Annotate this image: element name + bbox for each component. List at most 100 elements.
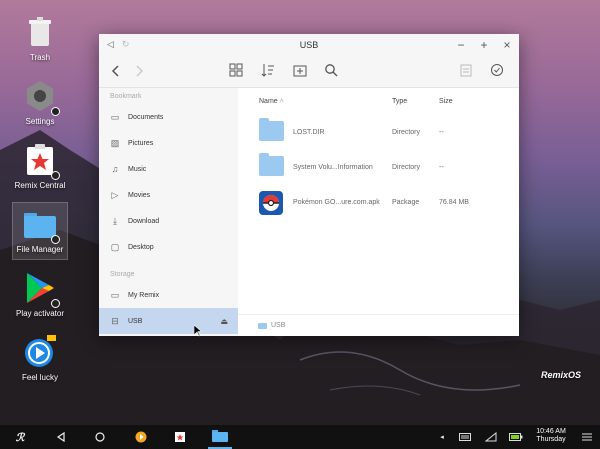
sort-button[interactable] (260, 63, 276, 79)
select-button[interactable] (489, 63, 505, 79)
menu-icon (582, 433, 592, 441)
desktop-icon-label: Remix Central (14, 181, 66, 190)
clock[interactable]: 10:46 AM Thursday (533, 428, 569, 444)
usb-drive-icon: ⊟ (111, 316, 119, 326)
file-manager-window: ◁ ↻ USB − + × Bookmark ▭ Documents ▨ Pic… (99, 34, 519, 336)
sidebar-item-documents[interactable]: ▭ Documents (99, 104, 238, 130)
sidebar-item-movies[interactable]: ▷ Movies (99, 182, 238, 208)
trash-icon (22, 14, 58, 50)
lucky-app-icon (135, 431, 147, 443)
taskbar-app-file-manager[interactable] (208, 425, 232, 449)
sidebar-item-desktop[interactable]: ▢ Desktop (99, 234, 238, 260)
desktop-icon-label: Settings (25, 117, 55, 126)
path-bar: USB (238, 314, 519, 336)
new-folder-button[interactable] (292, 63, 308, 79)
file-manager-icon (22, 206, 60, 244)
sidebar-item-label: USB (128, 317, 143, 325)
file-row[interactable]: System Volu...Information Directory -- (238, 150, 519, 185)
grid-icon (229, 63, 243, 77)
window-titlebar[interactable]: ◁ ↻ USB − + × (99, 34, 519, 56)
desktop-icon-label: Play activator (15, 309, 65, 318)
sidebar-item-label: My Remix (128, 291, 160, 299)
sidebar-item-label: Music (128, 165, 147, 173)
folder-icon (259, 118, 284, 141)
tray-expand-button[interactable]: ◂ (437, 425, 447, 449)
nav-back-button[interactable] (52, 425, 70, 449)
sidebar: Bookmark ▭ Documents ▨ Pictures ♫ Music … (99, 88, 238, 336)
sidebar-item-download[interactable]: ⤓ Download (99, 208, 238, 234)
sidebar-item-label: Download (128, 217, 160, 225)
desktop-icon-trash[interactable]: Trash (0, 14, 80, 62)
file-row[interactable]: LOST.DIR Directory -- (238, 115, 519, 150)
minimize-button[interactable]: − (455, 37, 467, 53)
column-size[interactable]: Size (439, 98, 453, 105)
file-manager-app-icon (212, 430, 228, 442)
sidebar-item-label: Pictures (128, 139, 154, 147)
taskbar-app-feel-lucky[interactable] (132, 425, 150, 449)
folder-icon (259, 153, 284, 176)
clipboard-icon (460, 64, 472, 77)
maximize-button[interactable]: + (478, 37, 490, 53)
desktop-icon: ▢ (110, 242, 120, 252)
play-store-icon (22, 270, 60, 308)
search-button[interactable] (323, 63, 339, 79)
remixos-watermark: RemixOS (541, 370, 582, 380)
sidebar-item-my-remix[interactable]: ▭ My Remix (99, 282, 238, 308)
sidebar-item-pictures[interactable]: ▨ Pictures (99, 130, 238, 156)
shortcut-badge-icon (51, 107, 60, 116)
remix-central-icon (22, 142, 60, 180)
desktop-icon-remix-central[interactable]: Remix Central (0, 142, 80, 190)
nav-home-button[interactable] (91, 425, 109, 449)
sort-icon (261, 64, 274, 77)
desktop-icon-file-manager[interactable]: File Manager (0, 206, 80, 254)
home-circle-icon (95, 432, 105, 442)
remix-central-app-icon (175, 432, 185, 442)
sidebar-item-usb[interactable]: ⊟ USB ⏏ (99, 308, 238, 334)
notifications-button[interactable] (580, 425, 594, 449)
toolbar (99, 56, 519, 88)
check-circle-icon (491, 64, 503, 76)
movie-icon: ▷ (111, 190, 119, 200)
keyboard-icon (459, 433, 471, 441)
battery-tray-button[interactable] (508, 425, 524, 449)
download-icon: ⤓ (113, 216, 117, 226)
chevron-right-icon (136, 65, 144, 77)
column-name[interactable]: Name ˄ (259, 98, 284, 105)
shortcut-badge-icon (51, 171, 60, 180)
picture-icon: ▨ (110, 138, 120, 148)
file-size: -- (439, 164, 444, 171)
nav-back-button[interactable] (108, 63, 124, 79)
desktop-icon-play-activator[interactable]: Play activator (0, 270, 80, 318)
network-tray-button[interactable] (484, 425, 498, 449)
file-row[interactable]: Pokémon GO...ure.com.apk Package 76.84 M… (238, 185, 519, 220)
file-size: -- (439, 129, 444, 136)
clipboard-button[interactable] (458, 63, 474, 79)
sidebar-item-music[interactable]: ♫ Music (99, 156, 238, 182)
sidebar-item-label: Desktop (128, 243, 154, 251)
keyboard-tray-button[interactable] (458, 425, 472, 449)
desktop-icon-feel-lucky[interactable]: Feel lucky (0, 334, 80, 382)
battery-icon (509, 433, 523, 441)
document-icon: ▭ (110, 112, 120, 122)
feel-lucky-icon (22, 334, 58, 370)
path-segment[interactable]: USB (271, 322, 285, 329)
close-button[interactable]: × (501, 37, 513, 53)
file-name: Pokémon GO...ure.com.apk (293, 199, 380, 206)
desktop-icon-settings[interactable]: Settings (0, 78, 80, 126)
monitor-icon: ▭ (110, 290, 120, 300)
folder-icon (258, 322, 267, 329)
chevron-left-icon (111, 65, 119, 77)
file-name: LOST.DIR (293, 129, 325, 136)
grid-view-button[interactable] (228, 63, 244, 79)
column-type[interactable]: Type (392, 98, 407, 105)
file-size: 76.84 MB (439, 199, 469, 206)
eject-icon[interactable]: ⏏ (220, 317, 228, 326)
desktop-icon-label: Feel lucky (21, 373, 58, 382)
nav-forward-button[interactable] (131, 63, 147, 79)
file-type: Package (392, 199, 420, 206)
music-icon: ♫ (111, 164, 119, 174)
taskbar-app-remix-central[interactable] (171, 425, 189, 449)
shortcut-badge-icon (51, 235, 60, 244)
remix-start-button[interactable]: ℛ (10, 425, 30, 449)
chevron-left-icon: ◂ (440, 434, 444, 441)
